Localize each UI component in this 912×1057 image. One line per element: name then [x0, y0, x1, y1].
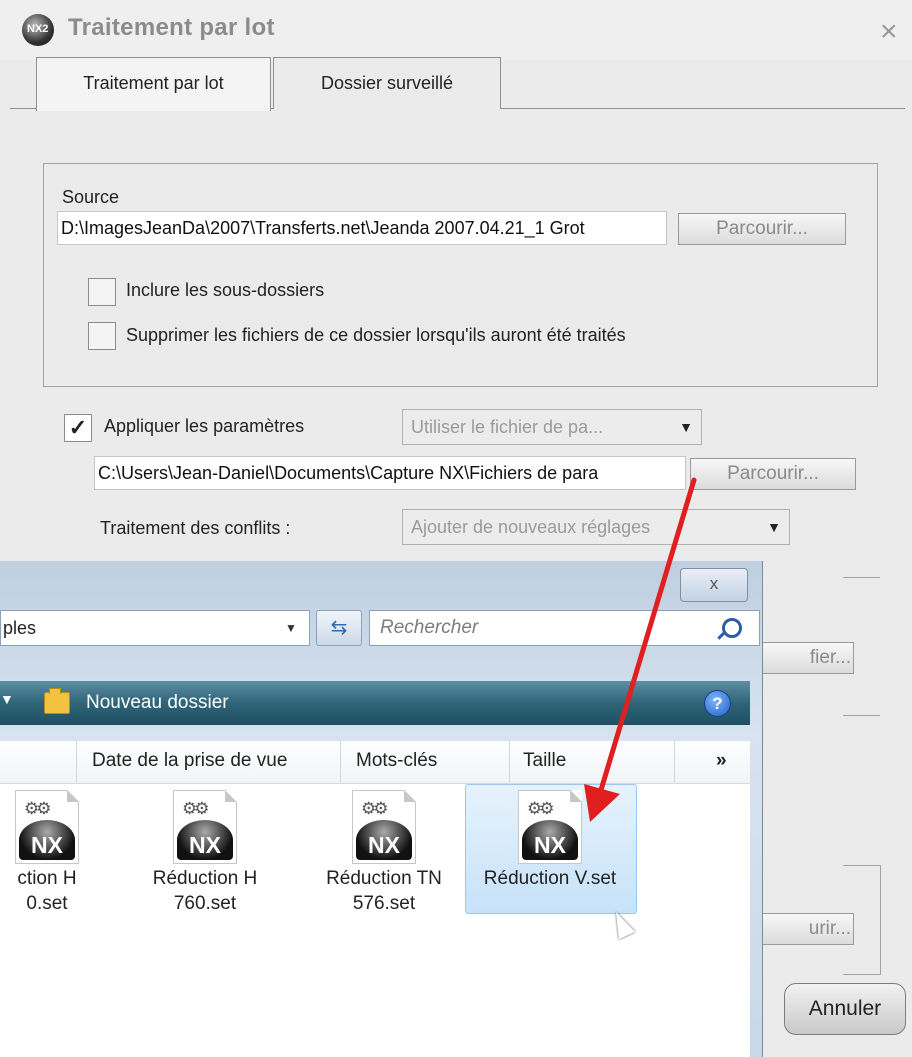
annotation-arrow: [584, 477, 697, 822]
tab-batch-processing[interactable]: Traitement par lot: [36, 57, 271, 111]
